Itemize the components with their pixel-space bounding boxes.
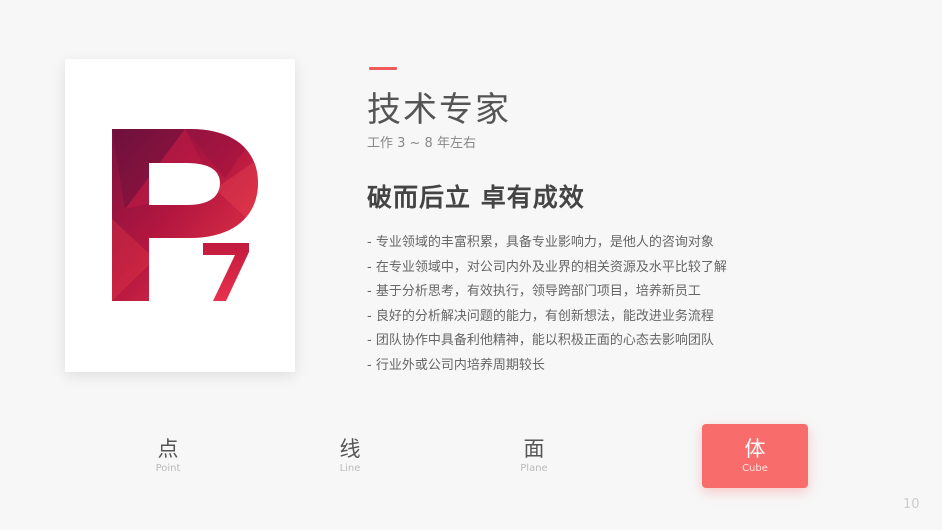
title-accent-bar — [369, 67, 397, 70]
list-item: - 基于分析思考，有效执行，领导跨部门项目，培养新员工 — [367, 284, 701, 300]
list-item: - 在专业领域中，对公司内外及业界的相关资源及水平比较了解 — [367, 259, 727, 275]
page-number: 10 — [903, 497, 920, 512]
nav-tab-point[interactable]: 点 Point — [115, 424, 221, 488]
p7-logo-icon — [112, 129, 258, 301]
nav-tab-sublabel: Plane — [520, 463, 548, 474]
list-item: - 团队协作中具备利他精神，能以积极正面的心态去影响团队 — [367, 333, 714, 349]
nav-tab-label: 线 — [339, 437, 361, 461]
nav-tab-plane[interactable]: 面 Plane — [481, 424, 587, 488]
nav-tab-line[interactable]: 线 Line — [297, 424, 403, 488]
list-item: - 行业外或公司内培养周期较长 — [367, 357, 545, 373]
slogan: 破而后立 卓有成效 — [367, 183, 585, 212]
nav-tab-label: 体 — [744, 437, 766, 461]
nav-tab-sublabel: Point — [155, 463, 181, 474]
page-title: 技术专家 — [367, 90, 511, 130]
list-item: - 良好的分析解决问题的能力，有创新想法，能改进业务流程 — [367, 308, 714, 324]
nav-tab-label: 面 — [523, 437, 545, 461]
description-list: - 专业领域的丰富积累，具备专业影响力，是他人的咨询对象 - 在专业领域中，对公… — [367, 231, 727, 379]
logo-card — [65, 59, 295, 372]
list-item: - 专业领域的丰富积累，具备专业影响力，是他人的咨询对象 — [367, 235, 714, 250]
nav-tab-sublabel: Line — [339, 463, 361, 474]
experience-subtitle: 工作 3 ~ 8 年左右 — [367, 136, 476, 151]
nav-tab-sublabel: Cube — [742, 463, 768, 474]
nav-tab-label: 点 — [157, 437, 179, 461]
nav-tab-cube[interactable]: 体 Cube — [702, 424, 808, 488]
